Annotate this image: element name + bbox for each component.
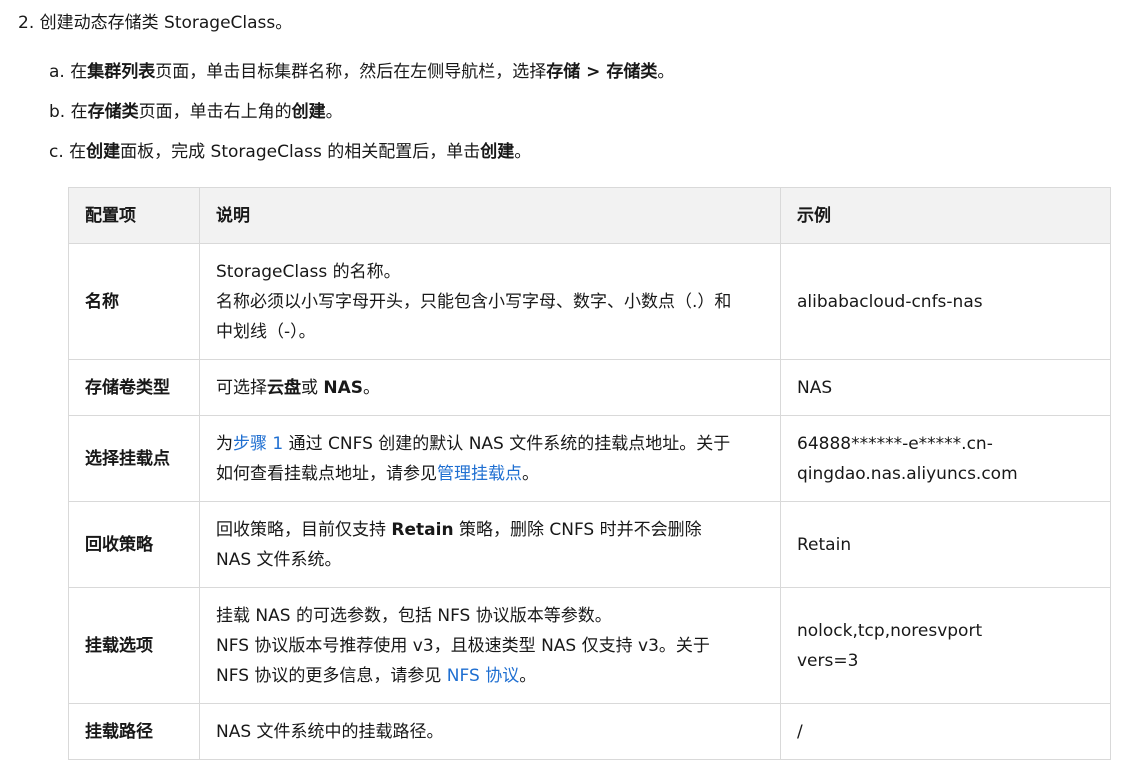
- config-table: 配置项 说明 示例 名称 StorageClass 的名称。 名称必须以小写字母…: [68, 187, 1111, 760]
- document-page: 2. 创建动态存储类 StorageClass。 a. 在集群列表页面，单击目标…: [0, 0, 1126, 774]
- table-row-mount-path: 挂载路径 NAS 文件系统中的挂载路径。 /: [68, 703, 1111, 760]
- row-example: alibabacloud-cnfs-nas: [780, 243, 1111, 360]
- substep-a: a. 在集群列表页面，单击目标集群名称，然后在左侧导航栏，选择存储 > 存储类。: [49, 62, 675, 82]
- row-key: 选择挂载点: [68, 415, 200, 502]
- table-row-reclaim-policy: 回收策略 回收策略，目前仅支持 Retain 策略，删除 CNFS 时并不会删除…: [68, 501, 1111, 588]
- header-config-item: 配置项: [68, 187, 200, 244]
- row-key: 挂载选项: [68, 587, 200, 704]
- row-example: 64888******-e*****.cn- qingdao.nas.aliyu…: [780, 415, 1111, 502]
- row-description: 挂载 NAS 的可选参数，包括 NFS 协议版本等参数。 NFS 协议版本号推荐…: [199, 587, 781, 704]
- row-key: 名称: [68, 243, 200, 360]
- row-key: 存储卷类型: [68, 359, 200, 416]
- row-description: 可选择云盘或 NAS。: [199, 359, 781, 416]
- substep-c: c. 在创建面板，完成 StorageClass 的相关配置后，单击创建。: [49, 142, 532, 162]
- table-header-row: 配置项 说明 示例: [68, 187, 1111, 244]
- table-row-mount-point: 选择挂载点 为步骤 1 通过 CNFS 创建的默认 NAS 文件系统的挂载点地址…: [68, 415, 1111, 502]
- step-title: 2. 创建动态存储类 StorageClass。: [18, 13, 293, 33]
- header-example: 示例: [780, 187, 1111, 244]
- row-example: Retain: [780, 501, 1111, 588]
- table-row-name: 名称 StorageClass 的名称。 名称必须以小写字母开头，只能包含小写字…: [68, 243, 1111, 360]
- manage-mount-point-link[interactable]: 管理挂载点: [437, 464, 522, 484]
- nfs-protocol-link[interactable]: NFS 协议: [447, 666, 519, 686]
- row-key: 回收策略: [68, 501, 200, 588]
- substep-b: b. 在存储类页面，单击右上角的创建。: [49, 102, 343, 122]
- row-description: NAS 文件系统中的挂载路径。: [199, 703, 781, 760]
- row-description: 回收策略，目前仅支持 Retain 策略，删除 CNFS 时并不会删除 NAS …: [199, 501, 781, 588]
- table-row-mount-options: 挂载选项 挂载 NAS 的可选参数，包括 NFS 协议版本等参数。 NFS 协议…: [68, 587, 1111, 704]
- row-description: StorageClass 的名称。 名称必须以小写字母开头，只能包含小写字母、数…: [199, 243, 781, 360]
- row-description: 为步骤 1 通过 CNFS 创建的默认 NAS 文件系统的挂载点地址。关于 如何…: [199, 415, 781, 502]
- row-example: nolock,tcp,noresvport vers=3: [780, 587, 1111, 704]
- row-example: /: [780, 703, 1111, 760]
- row-key: 挂载路径: [68, 703, 200, 760]
- row-example: NAS: [780, 359, 1111, 416]
- step-1-link[interactable]: 步骤 1: [233, 434, 283, 454]
- table-row-volume-type: 存储卷类型 可选择云盘或 NAS。 NAS: [68, 359, 1111, 416]
- header-description: 说明: [199, 187, 781, 244]
